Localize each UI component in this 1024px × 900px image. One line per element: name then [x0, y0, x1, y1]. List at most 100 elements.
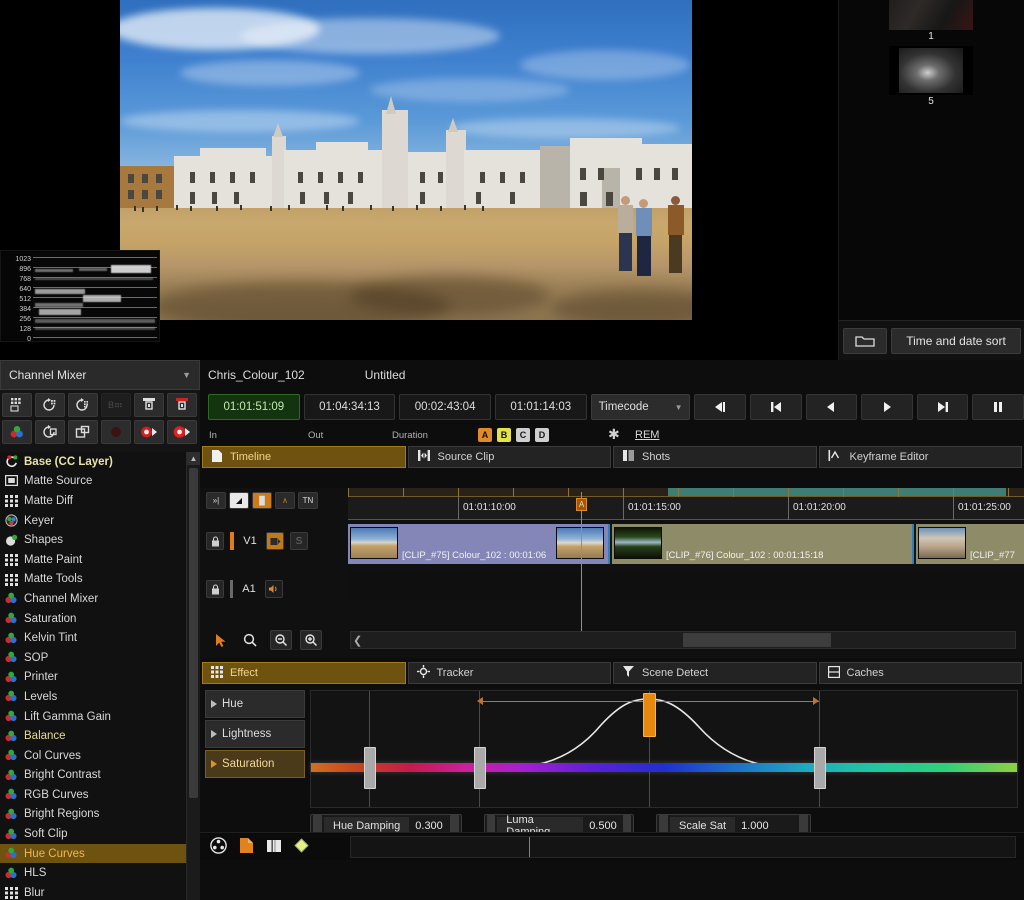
effect-item-channel-mixer[interactable]: Channel Mixer: [0, 589, 186, 609]
effect-item-bright-regions[interactable]: Bright Regions: [0, 805, 186, 825]
timeline-ruler[interactable]: 01:01:10:00 01:01:15:00 01:01:20:00 01:0…: [348, 488, 1024, 520]
solo-button-v1[interactable]: S: [290, 532, 308, 550]
timeline-clip[interactable]: [CLIP_#77: [916, 524, 1024, 564]
scrollbar-thumb[interactable]: [189, 468, 198, 798]
rem-label[interactable]: REM: [635, 429, 659, 441]
duplicate-icon[interactable]: [68, 420, 98, 444]
timecode-mode-select[interactable]: Timecode ▼: [590, 394, 691, 420]
transition-icon[interactable]: ◢: [229, 492, 249, 509]
lock-icon[interactable]: [206, 532, 224, 550]
lock-icon[interactable]: [206, 580, 224, 598]
sort-mode-button[interactable]: Time and date sort: [891, 327, 1021, 354]
grade-slot-d-button[interactable]: D: [535, 428, 549, 442]
effect-list-scrollbar[interactable]: ▲: [186, 452, 200, 900]
curve-icon[interactable]: ∧: [275, 492, 295, 509]
effect-tab-effect[interactable]: Effect: [202, 662, 406, 684]
matte-grid-icon[interactable]: [2, 393, 32, 417]
split-view-icon[interactable]: [266, 838, 282, 859]
effect-item-kelvin-tint[interactable]: Kelvin Tint: [0, 628, 186, 648]
effect-item-lift-gamma-gain[interactable]: Lift Gamma Gain: [0, 707, 186, 727]
effect-item-matte-tools[interactable]: Matte Tools: [0, 570, 186, 590]
tab-keyframe-editor[interactable]: Keyframe Editor: [818, 446, 1022, 468]
tab-source-clip[interactable]: Source Clip: [407, 446, 611, 468]
audio-track-a1[interactable]: [348, 572, 1024, 600]
curve-handle-selected[interactable]: [643, 693, 656, 737]
timecode-current-field[interactable]: 01:01:14:03: [494, 394, 587, 420]
curve-handle[interactable]: [474, 747, 486, 789]
import-gate-icon[interactable]: [134, 393, 164, 417]
playhead[interactable]: [581, 492, 582, 632]
curve-channel-saturation[interactable]: Saturation: [205, 750, 305, 778]
grade-slot-b-button[interactable]: B: [497, 428, 511, 442]
folder-icon[interactable]: [843, 327, 887, 354]
tab-timeline[interactable]: Timeline: [202, 446, 406, 468]
effect-item-sop[interactable]: SOP: [0, 648, 186, 668]
effect-item-shapes[interactable]: Shapes: [0, 530, 186, 550]
grade-slot-a-button[interactable]: A: [478, 428, 492, 442]
asterisk-icon[interactable]: ✱: [608, 426, 620, 443]
timeline-clip[interactable]: [CLIP_#75] Colour_102 : 00:01:06: [348, 524, 610, 564]
effect-item-matte-source[interactable]: Matte Source: [0, 472, 186, 492]
color-balls-icon[interactable]: [2, 420, 32, 444]
param-value[interactable]: 0.300: [415, 820, 449, 832]
play-reverse-icon[interactable]: [805, 394, 858, 420]
go-to-end-icon[interactable]: [916, 394, 969, 420]
zoom-in-icon[interactable]: [300, 630, 322, 650]
scroll-up-icon[interactable]: ▲: [187, 452, 200, 465]
video-enable-icon[interactable]: [266, 532, 284, 550]
effect-item-matte-diff[interactable]: Matte Diff: [0, 491, 186, 511]
copy-rotate-icon[interactable]: [35, 420, 65, 444]
rotate-grid-alt-icon[interactable]: [68, 393, 98, 417]
chevron-left-icon[interactable]: ❮: [353, 634, 362, 647]
bottom-timeline-track[interactable]: [350, 836, 1016, 858]
grade-slot-c-button[interactable]: C: [516, 428, 530, 442]
go-to-start-icon[interactable]: [750, 394, 802, 420]
curve-handle[interactable]: [364, 747, 376, 789]
effect-item-col-curves[interactable]: Col Curves: [0, 746, 186, 766]
timecode-out-field[interactable]: 01:04:34:13: [303, 394, 396, 420]
blur-text-icon[interactable]: B: [101, 393, 131, 417]
audio-enable-icon[interactable]: [265, 580, 283, 598]
zoom-query-icon[interactable]: [240, 630, 262, 650]
waveform-scope[interactable]: 1023 896 768 640 512 384 256 128 0: [0, 250, 160, 342]
effect-tab-scene-detect[interactable]: Scene Detect: [613, 662, 817, 684]
timecode-duration-field[interactable]: 00:02:43:04: [399, 394, 491, 420]
bin-thumbnail[interactable]: 1: [889, 0, 973, 42]
tab-shots[interactable]: Shots: [613, 446, 817, 468]
pause-icon[interactable]: [972, 394, 1024, 420]
effect-item-keyer[interactable]: Keyer: [0, 511, 186, 531]
insert-icon[interactable]: »|: [206, 492, 226, 509]
param-value[interactable]: 1.000: [741, 820, 775, 832]
curve-channel-lightness[interactable]: Lightness: [205, 720, 305, 748]
zoom-out-icon[interactable]: [270, 630, 292, 650]
effect-item-matte-paint[interactable]: Matte Paint: [0, 550, 186, 570]
reel-icon[interactable]: [210, 837, 227, 859]
play-forward-icon[interactable]: [861, 394, 913, 420]
effect-category-select[interactable]: Channel Mixer ▼: [0, 360, 200, 390]
rotate-grid-icon[interactable]: [35, 393, 65, 417]
effect-item-saturation[interactable]: Saturation: [0, 609, 186, 629]
effect-item-bright-contrast[interactable]: Bright Contrast: [0, 766, 186, 786]
export-gate-icon[interactable]: [167, 393, 197, 417]
diamond-keyframe-icon[interactable]: [294, 838, 309, 858]
curve-channel-hue[interactable]: Hue: [205, 690, 305, 718]
effect-item-hue-curves[interactable]: Hue Curves: [0, 843, 186, 864]
record-cam-active-icon[interactable]: [167, 420, 197, 444]
effect-item-soft-clip[interactable]: Soft Clip: [0, 824, 186, 844]
effect-item-blur[interactable]: Blur: [0, 883, 186, 900]
effect-item-balance[interactable]: Balance: [0, 726, 186, 746]
bin-thumbnail[interactable]: 5: [889, 46, 973, 107]
effect-item-levels[interactable]: Levels: [0, 687, 186, 707]
color-clip-icon[interactable]: █: [252, 492, 272, 509]
bin-thumbnail-grid[interactable]: 1 5: [839, 0, 1024, 320]
record-cam-icon[interactable]: [134, 420, 164, 444]
record-off-icon[interactable]: [101, 420, 131, 444]
effect-stack-list[interactable]: Base (CC Layer) Matte Source Matte Diff Key…: [0, 452, 186, 900]
param-value[interactable]: 0.500: [589, 820, 623, 832]
effect-tab-tracker[interactable]: Tracker: [407, 662, 611, 684]
timecode-in-field[interactable]: 01:01:51:09: [208, 394, 300, 420]
timeline-horizontal-scrollbar[interactable]: ❮: [350, 631, 1016, 649]
video-track-v1[interactable]: [CLIP_#75] Colour_102 : 00:01:06 [CLIP_#…: [348, 524, 1024, 564]
hue-curve-plot[interactable]: [310, 690, 1018, 808]
timeline-clip[interactable]: [CLIP_#76] Colour_102 : 00:01:15:18: [612, 524, 914, 564]
